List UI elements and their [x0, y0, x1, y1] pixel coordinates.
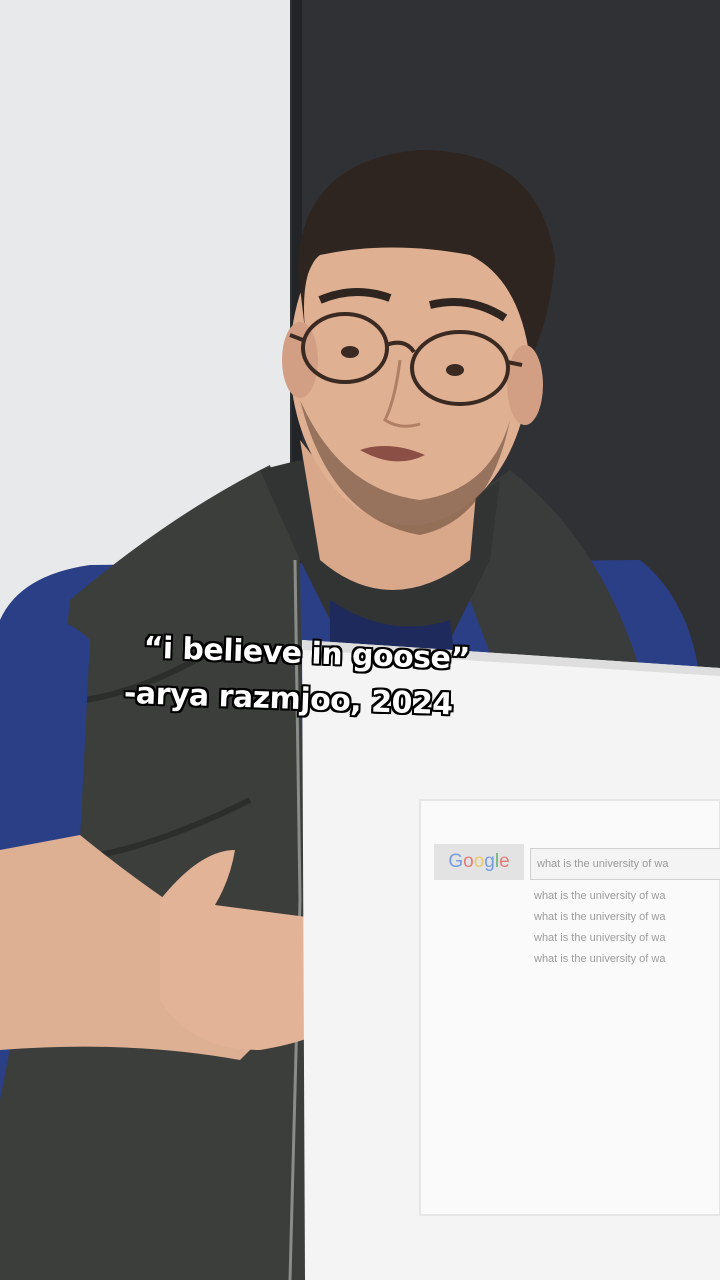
logo-letter: G: [448, 851, 464, 872]
suggestion-item: what is the university of wa: [534, 890, 666, 902]
search-suggestions: what is the university of wa what is the…: [534, 886, 720, 970]
google-logo: Google: [434, 844, 524, 880]
suggestion-item: what is the university of wa: [534, 953, 666, 965]
search-query-box: what is the university of wa: [530, 848, 720, 880]
logo-letter: g: [484, 851, 495, 872]
logo-letter: e: [499, 851, 510, 872]
logo-letter: o: [473, 851, 485, 872]
suggestion-item: what is the university of wa: [534, 932, 666, 944]
suggestion-item: what is the university of wa: [534, 911, 666, 923]
logo-letter: o: [463, 851, 474, 872]
printed-google-search: Google what is the university of wa what…: [430, 838, 720, 988]
